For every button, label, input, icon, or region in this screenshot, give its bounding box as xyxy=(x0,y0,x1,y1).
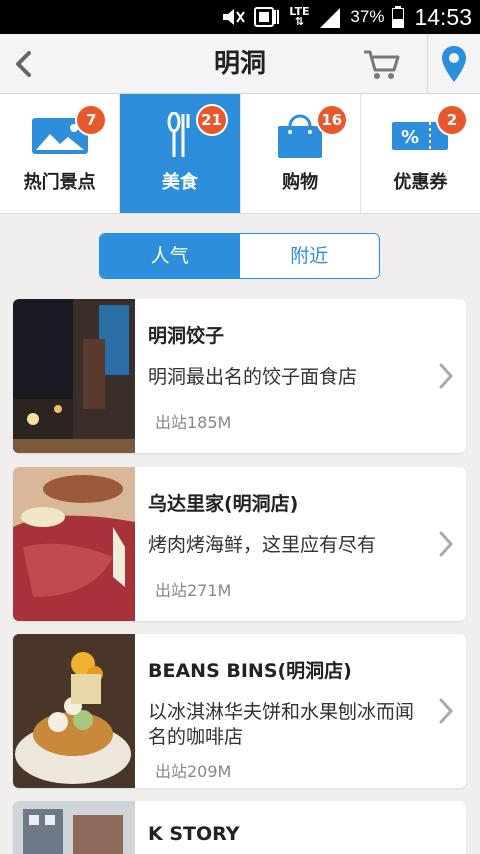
svg-text:%: % xyxy=(401,127,419,148)
place-photo xyxy=(13,299,135,453)
tab-nearby[interactable]: 附近 xyxy=(240,234,380,278)
header-divider xyxy=(427,34,428,94)
cart-icon[interactable] xyxy=(362,46,402,82)
back-button[interactable] xyxy=(8,46,38,82)
category-label: 热门景点 xyxy=(23,172,96,193)
category-food[interactable]: 21 美食 xyxy=(120,94,241,213)
category-label: 美食 xyxy=(161,172,198,193)
list-item[interactable]: 明洞饺子 明洞最出名的饺子面食店 出站185M xyxy=(13,299,466,453)
category-label: 购物 xyxy=(282,172,319,193)
battery-icon xyxy=(392,6,405,28)
place-name: 明洞饺子 xyxy=(148,325,225,347)
battery-percent: 37% xyxy=(350,7,385,26)
place-name: 乌达里家(明洞店) xyxy=(148,493,299,515)
back-chevron-icon xyxy=(16,51,31,77)
chevron-right-icon xyxy=(439,698,454,724)
place-distance: 出站271M xyxy=(155,581,232,600)
tab-popular[interactable]: 人气 xyxy=(100,234,240,278)
page-title: 明洞 xyxy=(213,49,266,79)
category-label: 优惠券 xyxy=(393,172,448,193)
place-distance: 出站185M xyxy=(155,413,232,432)
chevron-right-icon xyxy=(439,363,454,389)
nfc-icon xyxy=(254,7,280,27)
sort-tabs: 人气 附近 xyxy=(99,233,380,279)
chevron-right-icon xyxy=(439,531,454,557)
app-header: 明洞 xyxy=(0,34,480,94)
badge-attractions: 7 xyxy=(75,104,108,136)
lte-indicator: LTE ⇅ xyxy=(288,6,310,28)
badge-food: 21 xyxy=(195,104,228,136)
category-attractions[interactable]: 7 热门景点 xyxy=(0,94,121,213)
status-bar: LTE ⇅ 37% 14:53 xyxy=(0,0,480,34)
place-photo xyxy=(13,634,135,788)
mute-icon xyxy=(223,9,246,25)
place-description: 烤肉烤海鲜，这里应有尽有 xyxy=(148,534,377,556)
list-item[interactable]: BEANS BINS(明洞店) 以冰淇淋华夫饼和水果刨冰而闻名的咖啡店 出站20… xyxy=(13,634,466,788)
location-pin-icon[interactable] xyxy=(438,44,470,84)
list-item[interactable]: 乌达里家(明洞店) 烤肉烤海鲜，这里应有尽有 出站271M xyxy=(13,467,466,621)
list-item[interactable]: K STORY xyxy=(13,801,466,854)
place-name: K STORY xyxy=(148,823,240,845)
lte-arrows-icon: ⇅ xyxy=(294,15,305,28)
category-bar: 7 热门景点 21 美食 16 购物 % 2 优惠券 xyxy=(0,94,480,214)
place-photo xyxy=(13,801,135,854)
category-coupons[interactable]: % 2 优惠券 xyxy=(361,94,480,213)
place-description: 以冰淇淋华夫饼和水果刨冰而闻名的咖啡店 xyxy=(148,701,415,748)
signal-icon xyxy=(320,8,341,28)
place-distance: 出站209M xyxy=(155,762,232,781)
place-photo xyxy=(13,467,135,621)
badge-coupons: 2 xyxy=(436,104,468,136)
place-description: 明洞最出名的饺子面食店 xyxy=(148,366,358,388)
place-name: BEANS BINS(明洞店) xyxy=(148,660,352,682)
category-shopping[interactable]: 16 购物 xyxy=(241,94,361,213)
badge-shopping: 16 xyxy=(315,104,348,136)
clock: 14:53 xyxy=(414,3,472,30)
